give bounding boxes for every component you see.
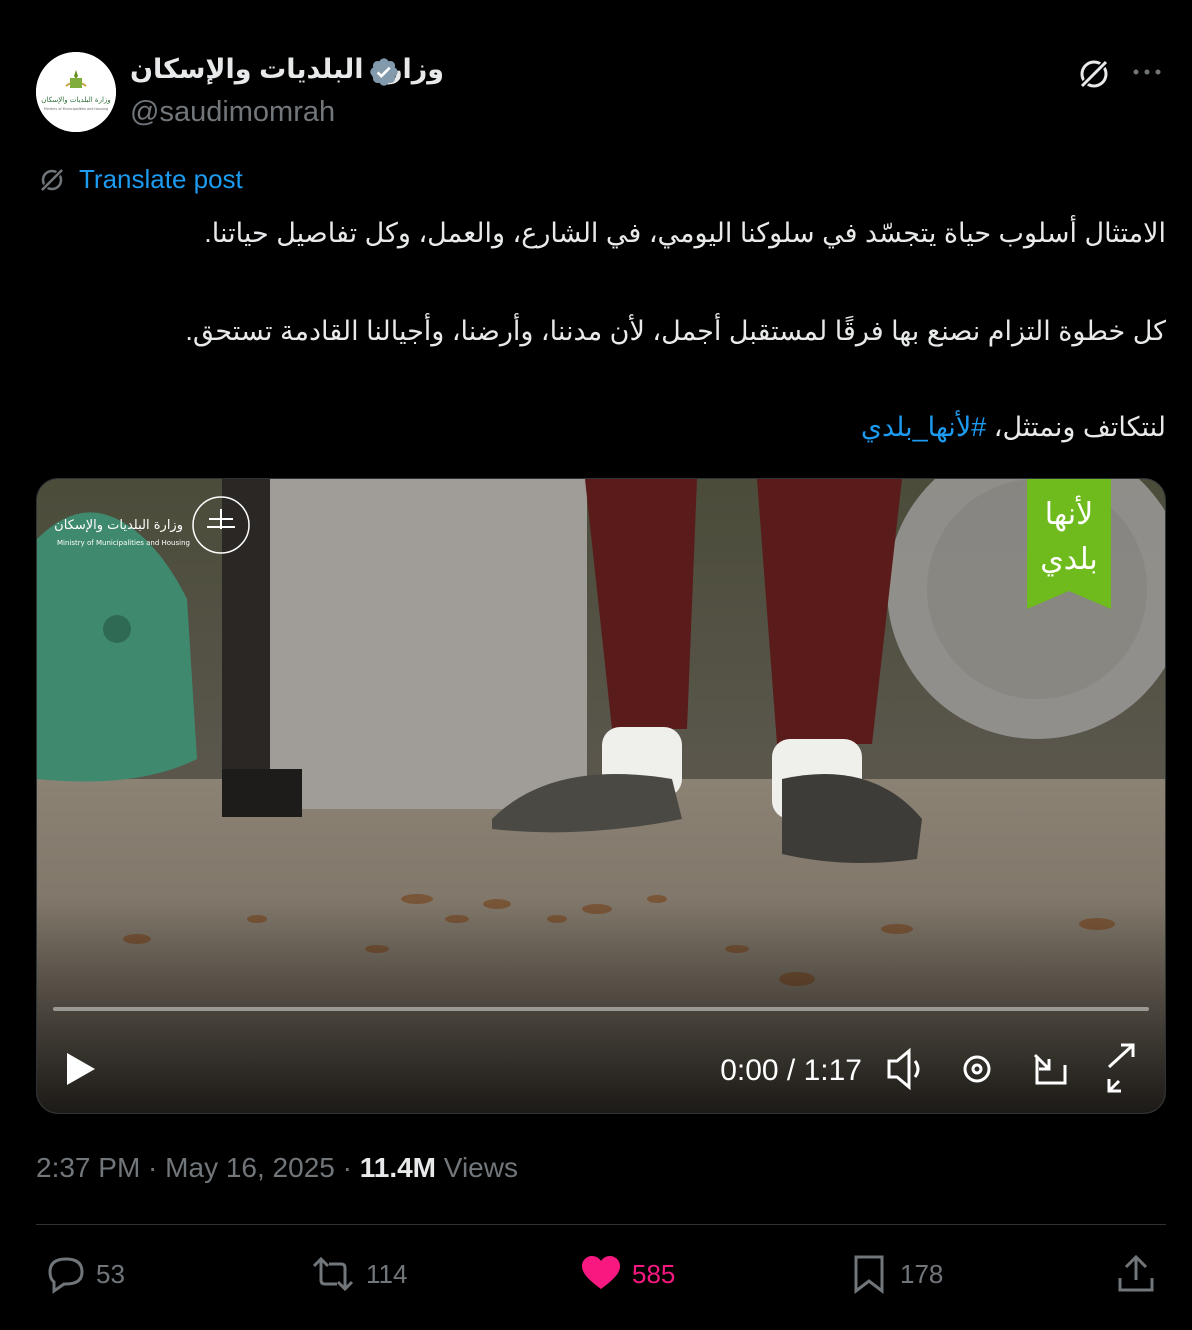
campaign-badge-line-2: بلدي: [1040, 542, 1098, 577]
ministry-logo-ar: وزارة البلديات والإسكان: [54, 518, 183, 533]
repost-icon: [312, 1256, 354, 1292]
post-metadata: 2:37 PM · May 16, 2025 · 11.4M Views: [36, 1152, 518, 1184]
campaign-badge-line-1: لأنها: [1045, 494, 1093, 532]
bookmark-icon: [854, 1255, 884, 1295]
like-button[interactable]: 585: [580, 1252, 675, 1296]
author-handle[interactable]: @saudimomrah: [130, 96, 335, 129]
like-count: 585: [632, 1258, 676, 1289]
share-button[interactable]: [1116, 1252, 1166, 1296]
bookmark-button[interactable]: 178: [850, 1252, 943, 1296]
meta-separator: ·: [334, 1152, 360, 1183]
reply-button[interactable]: 53: [44, 1252, 125, 1296]
verified-badge-icon: [370, 58, 398, 86]
post-date[interactable]: May 16, 2025: [165, 1152, 335, 1183]
video-player[interactable]: لأنها بلدي وزارة البلديات والإسكان Minis…: [36, 478, 1166, 1114]
author-avatar[interactable]: وزارة البلديات والإسكان Ministry of Muni…: [36, 52, 116, 132]
more-options-icon[interactable]: [1130, 56, 1164, 88]
reply-count: 53: [96, 1258, 125, 1289]
video-progress-track[interactable]: [53, 1007, 1149, 1011]
heart-icon: [582, 1256, 620, 1289]
post-text-line-3: لنتكاتف ونمتثل، #لأنها_بلدي: [861, 412, 1166, 443]
post-text-line-2: كل خطوة التزام نصنع بها فرقًا لمستقبل أج…: [185, 316, 1166, 346]
divider: [36, 1224, 1166, 1225]
meta-separator: ·: [140, 1152, 166, 1183]
bookmark-count: 178: [900, 1258, 944, 1289]
views-label: Views: [436, 1152, 518, 1183]
avatar-subtext: Ministry of Municipalities and Housing: [44, 107, 108, 111]
post-text-line-1: الامتثال أسلوب حياة يتجسّد في سلوكنا الي…: [204, 218, 1166, 248]
views-count: 11.4M: [359, 1152, 437, 1183]
translate-icon: [39, 167, 65, 193]
avatar-text: وزارة البلديات والإسكان: [41, 96, 110, 104]
translate-post-link[interactable]: Translate post: [79, 164, 243, 195]
video-frame: لأنها بلدي وزارة البلديات والإسكان Minis…: [37, 479, 1165, 1113]
grok-icon[interactable]: [1076, 56, 1112, 92]
ministry-logo-en: Ministry of Municipalities and Housing: [57, 539, 190, 547]
post-text-prefix: لنتكاتف ونمتثل،: [986, 412, 1166, 442]
reply-icon: [48, 1257, 84, 1294]
hashtag-link[interactable]: #لأنها_بلدي: [861, 412, 986, 442]
share-icon: [1118, 1254, 1154, 1292]
video-time: 0:00 / 1:17: [720, 1054, 862, 1087]
repost-button[interactable]: 114: [310, 1252, 407, 1296]
repost-count: 114: [366, 1258, 408, 1289]
post-time[interactable]: 2:37 PM: [36, 1152, 140, 1183]
